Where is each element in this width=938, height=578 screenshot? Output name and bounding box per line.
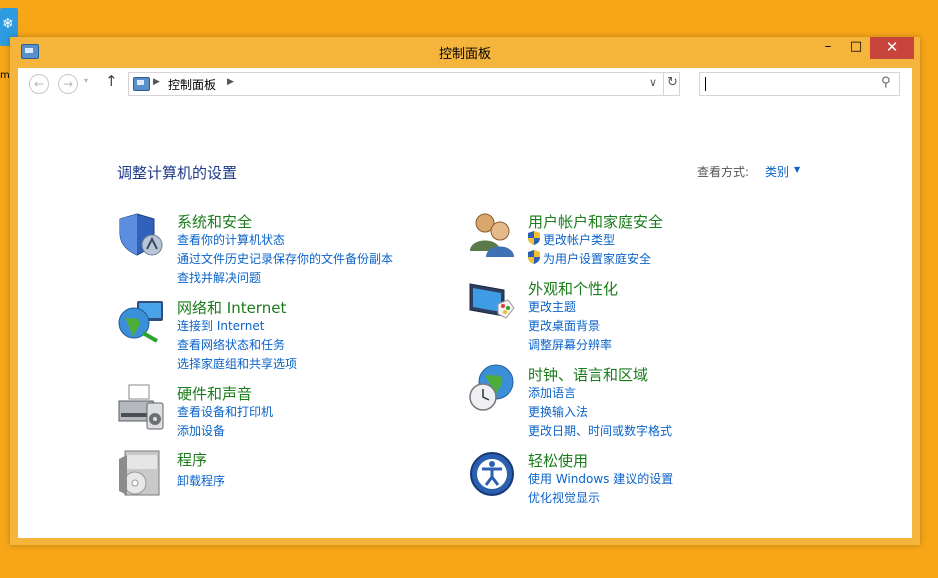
- link-network-status[interactable]: 查看网络状态和任务: [177, 336, 285, 353]
- breadcrumb-separator-icon[interactable]: ▶: [153, 77, 160, 87]
- address-dropdown-button[interactable]: ∨: [649, 76, 657, 89]
- shield-icon[interactable]: [117, 211, 165, 259]
- breadcrumb-separator-icon[interactable]: ▶: [227, 77, 234, 87]
- minimize-button[interactable]: –: [815, 37, 841, 59]
- link-troubleshoot[interactable]: 查找并解决问题: [177, 269, 261, 286]
- users-icon[interactable]: [468, 211, 516, 259]
- recent-locations-dropdown[interactable]: ▾: [84, 76, 88, 85]
- link-change-theme[interactable]: 更改主题: [528, 298, 576, 315]
- category-title[interactable]: 程序: [177, 449, 207, 470]
- link-homegroup-sharing[interactable]: 选择家庭组和共享选项: [177, 355, 297, 372]
- up-button[interactable]: ↑: [105, 72, 118, 90]
- link-change-input-method[interactable]: 更换输入法: [528, 403, 588, 420]
- search-icon[interactable]: ⚲: [881, 75, 891, 90]
- ease-of-access-icon[interactable]: [468, 450, 516, 498]
- control-panel-icon: [133, 77, 150, 91]
- view-by-dropdown[interactable]: 类别: [765, 163, 789, 180]
- printer-icon[interactable]: [117, 383, 165, 431]
- uac-shield-icon: [528, 231, 540, 245]
- link-windows-recommended-settings[interactable]: 使用 Windows 建议的设置: [528, 470, 673, 487]
- monitor-palette-icon[interactable]: [468, 278, 516, 326]
- link-date-time-format[interactable]: 更改日期、时间或数字格式: [528, 422, 672, 439]
- category-title[interactable]: 外观和个性化: [528, 278, 618, 299]
- category-title[interactable]: 轻松使用: [528, 450, 588, 471]
- divider: [663, 73, 664, 95]
- breadcrumb-control-panel[interactable]: 控制面板: [168, 76, 216, 93]
- control-panel-window: 控制面板 – □ ✕ ← → ▾ ↑ ▶ 控制面板 ▶ ∨ ↻ ⚲ 调整计算机的…: [10, 37, 920, 545]
- link-view-computer-status[interactable]: 查看你的计算机状态: [177, 231, 285, 248]
- category-title[interactable]: 硬件和声音: [177, 383, 252, 404]
- uac-shield-icon: [528, 250, 540, 264]
- link-optimize-visual-display[interactable]: 优化视觉显示: [528, 489, 600, 506]
- refresh-button[interactable]: ↻: [667, 75, 678, 90]
- text-caret: [705, 77, 706, 91]
- link-file-history-backup[interactable]: 通过文件历史记录保存你的文件备份副本: [177, 250, 393, 267]
- link-connect-internet[interactable]: 连接到 Internet: [177, 317, 264, 334]
- view-by-label: 查看方式:: [697, 165, 750, 179]
- link-family-safety[interactable]: 为用户设置家庭安全: [543, 250, 651, 267]
- page-title: 调整计算机的设置: [117, 164, 238, 182]
- link-change-account-type[interactable]: 更改帐户类型: [543, 231, 615, 248]
- link-add-language[interactable]: 添加语言: [528, 384, 576, 401]
- window-title: 控制面板: [438, 47, 491, 62]
- title-bar[interactable]: 控制面板 – □ ✕: [10, 37, 920, 65]
- forward-button[interactable]: →: [58, 74, 78, 94]
- category-title[interactable]: 时钟、语言和区域: [528, 364, 648, 385]
- address-bar[interactable]: ▶ 控制面板 ▶ ∨ ↻: [128, 72, 680, 96]
- link-uninstall-program[interactable]: 卸载程序: [177, 472, 225, 489]
- link-change-desktop-background[interactable]: 更改桌面背景: [528, 317, 600, 334]
- clock-globe-icon[interactable]: [468, 364, 516, 412]
- link-add-device[interactable]: 添加设备: [177, 422, 225, 439]
- back-button[interactable]: ←: [29, 74, 49, 94]
- category-title[interactable]: 网络和 Internet: [177, 297, 286, 318]
- close-button[interactable]: ✕: [870, 37, 914, 59]
- content-area: ← → ▾ ↑ ▶ 控制面板 ▶ ∨ ↻ ⚲ 调整计算机的设置 查看方式: 类别…: [18, 68, 912, 538]
- category-title[interactable]: 用户帐户和家庭安全: [528, 211, 663, 232]
- programs-icon[interactable]: [117, 449, 165, 497]
- link-devices-printers[interactable]: 查看设备和打印机: [177, 403, 273, 420]
- chevron-down-icon[interactable]: ▼: [794, 165, 800, 174]
- maximize-button[interactable]: □: [842, 37, 870, 59]
- search-input[interactable]: ⚲: [699, 72, 900, 96]
- link-screen-resolution[interactable]: 调整屏幕分辨率: [528, 336, 612, 353]
- globe-network-icon[interactable]: [117, 297, 165, 345]
- category-title[interactable]: 系统和安全: [177, 211, 252, 232]
